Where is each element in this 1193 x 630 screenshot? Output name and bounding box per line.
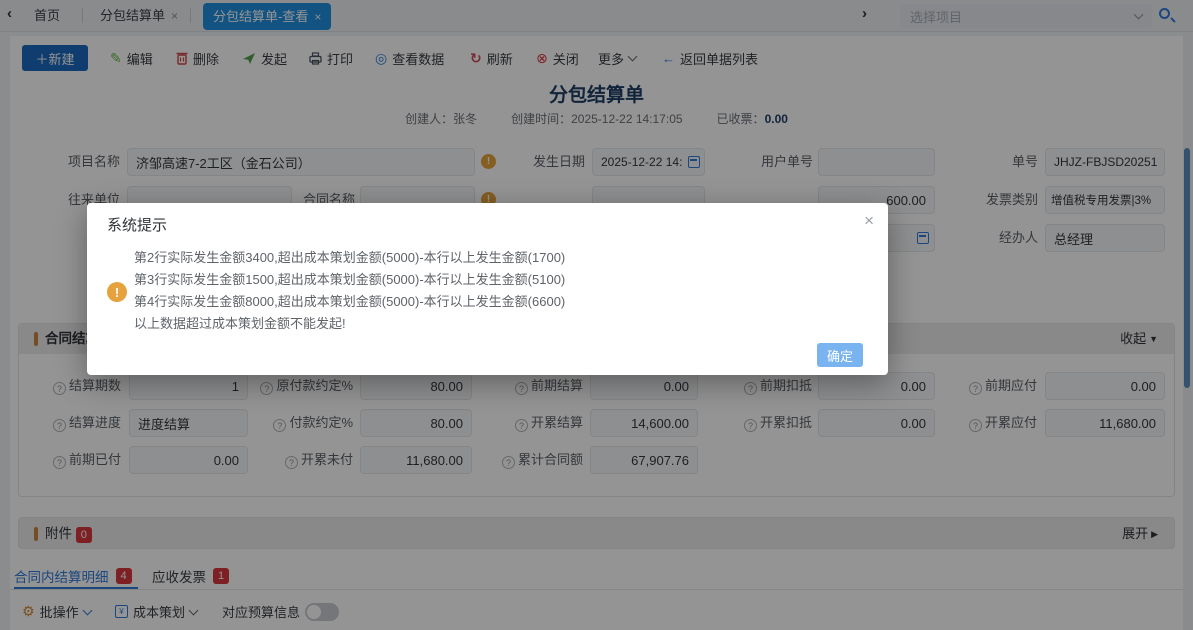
message-line: 第3行实际发生金额1500,超出成本策划金额(5000)-本行以上发生金额(51… [134, 269, 854, 291]
app-window: ‹ 首页 分包结算单× 分包结算单-查看× › 选择项目 ＋新建 ✎编辑 删除 … [0, 0, 1193, 630]
system-prompt-dialog: 系统提示 × ! 第2行实际发生金额3400,超出成本策划金额(5000)-本行… [87, 203, 888, 375]
ok-button[interactable]: 确定 [817, 343, 863, 367]
dialog-title: 系统提示 [107, 214, 167, 235]
dialog-message: 第2行实际发生金额3400,超出成本策划金额(5000)-本行以上发生金额(17… [134, 247, 854, 335]
warning-icon: ! [107, 282, 127, 302]
message-line: 第4行实际发生金额8000,超出成本策划金额(5000)-本行以上发生金额(66… [134, 291, 854, 313]
dialog-close-icon[interactable]: × [864, 211, 874, 231]
message-line: 第2行实际发生金额3400,超出成本策划金额(5000)-本行以上发生金额(17… [134, 247, 854, 269]
message-line: 以上数据超过成本策划金额不能发起! [134, 313, 854, 335]
